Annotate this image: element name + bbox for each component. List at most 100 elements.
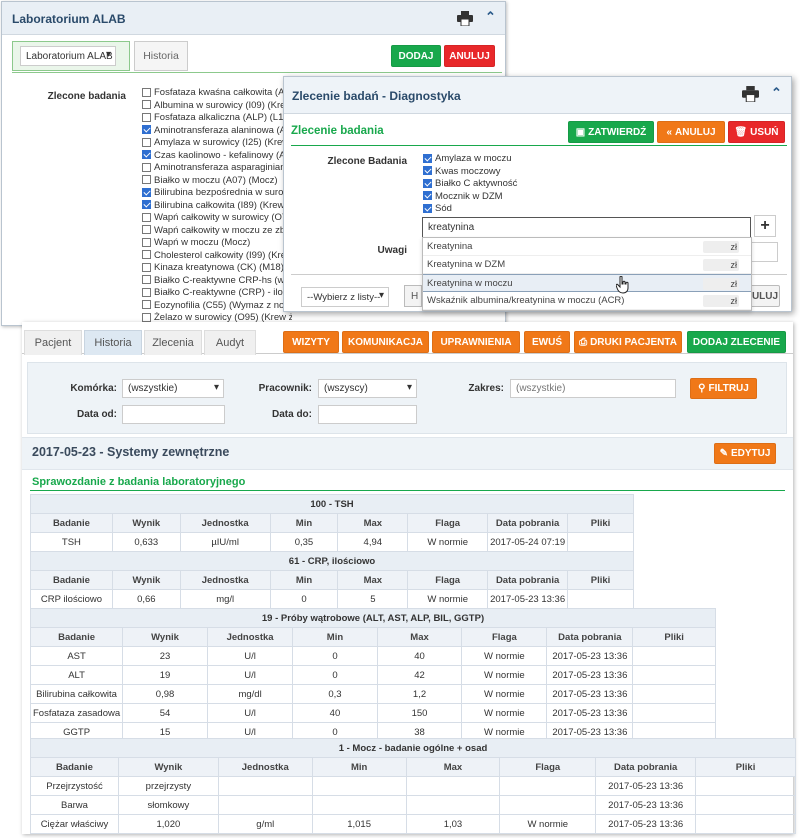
table-cell[interactable] (632, 684, 716, 704)
checkbox[interactable] (142, 287, 151, 297)
checkbox[interactable] (142, 87, 151, 97)
column-header: Badanie (30, 570, 113, 590)
table-cell[interactable] (567, 589, 634, 609)
search-input[interactable]: kreatynina (422, 217, 751, 238)
checkbox[interactable] (142, 262, 151, 272)
collapse-icon[interactable]: ⌃ (485, 9, 496, 25)
tab-zlecenia[interactable]: Zlecenia (144, 330, 202, 355)
checkbox[interactable] (142, 225, 151, 235)
lab-test-item[interactable]: Eozynofilia (C55) (Wymaz z nosa) (142, 300, 292, 313)
zatwierdz-button[interactable]: ▣ ZATWIERDŹ (568, 121, 654, 143)
tab-historia[interactable]: Historia (84, 330, 142, 355)
table-cell[interactable] (632, 665, 716, 685)
checkbox[interactable] (142, 175, 151, 185)
partial-button[interactable]: H (404, 285, 422, 307)
lab-test-item[interactable]: Białko w moczu (A07) (Mocz) (142, 175, 292, 188)
checkbox[interactable] (142, 125, 151, 135)
checkbox[interactable] (142, 200, 151, 210)
lab-test-item[interactable]: Białko C-reaktywne (CRP) - ilościo (142, 287, 292, 300)
diag-test-item[interactable]: Białko C aktywność (423, 178, 573, 191)
table-cell[interactable] (567, 532, 634, 552)
checkbox[interactable] (142, 162, 151, 172)
lab-test-item[interactable]: Bilirubina całkowita (I89) (Krew żyl (142, 200, 292, 213)
lab-test-item[interactable]: Aminotransferaza asparaginianowa (142, 162, 292, 175)
checkbox[interactable] (142, 250, 151, 260)
zlecone-badania-label: Zlecone Badania (327, 156, 407, 167)
column-header: Max (376, 627, 463, 647)
wizyty-button[interactable]: WIZYTY (283, 331, 339, 353)
edytuj-button[interactable]: ✎ EDYTUJ (714, 443, 776, 464)
checkbox[interactable] (142, 275, 151, 285)
checkbox[interactable] (142, 187, 151, 197)
komunikacja-button[interactable]: KOMUNIKACJA (342, 331, 429, 353)
lab-test-label: Cholesterol całkowity (I99) (Krew ż (154, 249, 292, 261)
data-do-input[interactable] (318, 405, 417, 424)
zakres-input[interactable]: (wszystkie) (510, 379, 676, 398)
dropdown-option[interactable]: Wskaźnik albumina/kreatynina w moczu (AC… (423, 292, 751, 310)
checkbox[interactable] (423, 203, 432, 213)
lab-test-item[interactable]: Wapń całkowity w surowicy (O77) (142, 212, 292, 225)
data-od-input[interactable] (122, 405, 225, 424)
lab-test-item[interactable]: Fosfataza kwaśna całkowita (ACP) (142, 87, 292, 100)
checkbox[interactable] (142, 312, 151, 322)
diag-test-item[interactable]: Amylaza w moczu (423, 153, 573, 166)
checkbox[interactable] (423, 191, 432, 201)
table-cell[interactable] (695, 795, 796, 815)
checkbox[interactable] (423, 166, 432, 176)
uwagi-field[interactable] (751, 242, 778, 262)
checkbox[interactable] (142, 212, 151, 222)
anuluj-button[interactable]: ANULUJ (444, 45, 495, 67)
table-cell[interactable] (632, 646, 716, 666)
lab-test-item[interactable]: Bilirubina bezpośrednia w surowicy (142, 187, 292, 200)
anuluj-partial-button[interactable]: ULUJ (750, 285, 780, 307)
lab-test-item[interactable]: Albumina w surowicy (I09) (Krew ż (142, 100, 292, 113)
dodaj-zlecenie-button[interactable]: DODAJ ZLECENIE (687, 331, 786, 353)
lab-test-item[interactable]: Czas kaolinowo - kefalinowy (APTT (142, 150, 292, 163)
group-header-row: 100 - TSH (30, 494, 634, 514)
table-cell[interactable] (695, 776, 796, 796)
checkbox[interactable] (142, 237, 151, 247)
checkbox[interactable] (142, 150, 151, 160)
lab-test-item[interactable]: Cholesterol całkowity (I99) (Krew ż (142, 250, 292, 263)
dropdown-option[interactable]: Kreatynina w DZM zł (423, 256, 751, 274)
checkbox[interactable] (142, 300, 151, 310)
ewus-button[interactable]: EWUŚ (524, 331, 570, 353)
dropdown-option[interactable]: Kreatynina zł (423, 238, 751, 256)
printer-icon[interactable] (457, 11, 473, 26)
pracownik-select[interactable]: (wszyscy) (318, 379, 417, 398)
checkbox[interactable] (423, 178, 432, 188)
checkbox[interactable] (142, 112, 151, 122)
lab-test-item[interactable]: Wapń w moczu (Mocz) (142, 237, 292, 250)
checkbox[interactable] (142, 100, 151, 110)
column-header: Jednostka (217, 757, 313, 777)
lab-select[interactable]: Laboratorium ALAB (20, 46, 116, 66)
usun-button[interactable]: 🗑 USUŃ (728, 121, 785, 143)
lab-test-item[interactable]: Fosfataza alkaliczna (ALP) (L11) ( (142, 112, 292, 125)
lab-test-item[interactable]: Kinaza kreatynowa (CK) (M18) (Kre (142, 262, 292, 275)
table-cell[interactable] (632, 703, 716, 723)
add-icon[interactable]: + (754, 215, 776, 237)
uprawnienia-button[interactable]: UPRAWNIENIA (432, 331, 520, 353)
tab-historia-lab[interactable]: Historia (134, 41, 188, 71)
filtruj-button[interactable]: ⚲ FILTRUJ (690, 378, 757, 399)
lab-test-item[interactable]: Aminotransferaza alaninowa (ALT) (142, 125, 292, 138)
diag-test-item[interactable]: Mocznik w DZM (423, 191, 573, 204)
checkbox[interactable] (423, 153, 432, 163)
tab-pacjent[interactable]: Pacjent (24, 330, 82, 355)
lab-test-item[interactable]: Amylaza w surowicy (I25) (Krew ż (142, 137, 292, 150)
anuluj-button[interactable]: «ANULUJ (657, 121, 725, 143)
wybierz-select[interactable]: --Wybierz z listy-- (301, 287, 389, 307)
dropdown-option[interactable]: Kreatynina w moczu zł (423, 274, 751, 292)
komorka-select[interactable]: (wszystkie) (122, 379, 224, 398)
diag-test-item[interactable]: Kwas moczowy (423, 166, 573, 179)
lab-test-item[interactable]: Białko C-reaktywne CRP-hs (wysok (142, 275, 292, 288)
lab-test-item[interactable]: Wapń całkowity w moczu ze zbiórk (142, 225, 292, 238)
collapse-icon[interactable]: ⌃ (771, 85, 782, 101)
table-cell[interactable] (695, 814, 796, 834)
tab-audyt[interactable]: Audyt (204, 330, 256, 355)
diag-test-item[interactable]: Sód (423, 203, 573, 216)
druki-pacjenta-button[interactable]: ⎙ DRUKI PACJENTA (574, 331, 682, 353)
printer-icon[interactable] (742, 86, 759, 102)
dodaj-button[interactable]: DODAJ (391, 45, 441, 67)
checkbox[interactable] (142, 137, 151, 147)
